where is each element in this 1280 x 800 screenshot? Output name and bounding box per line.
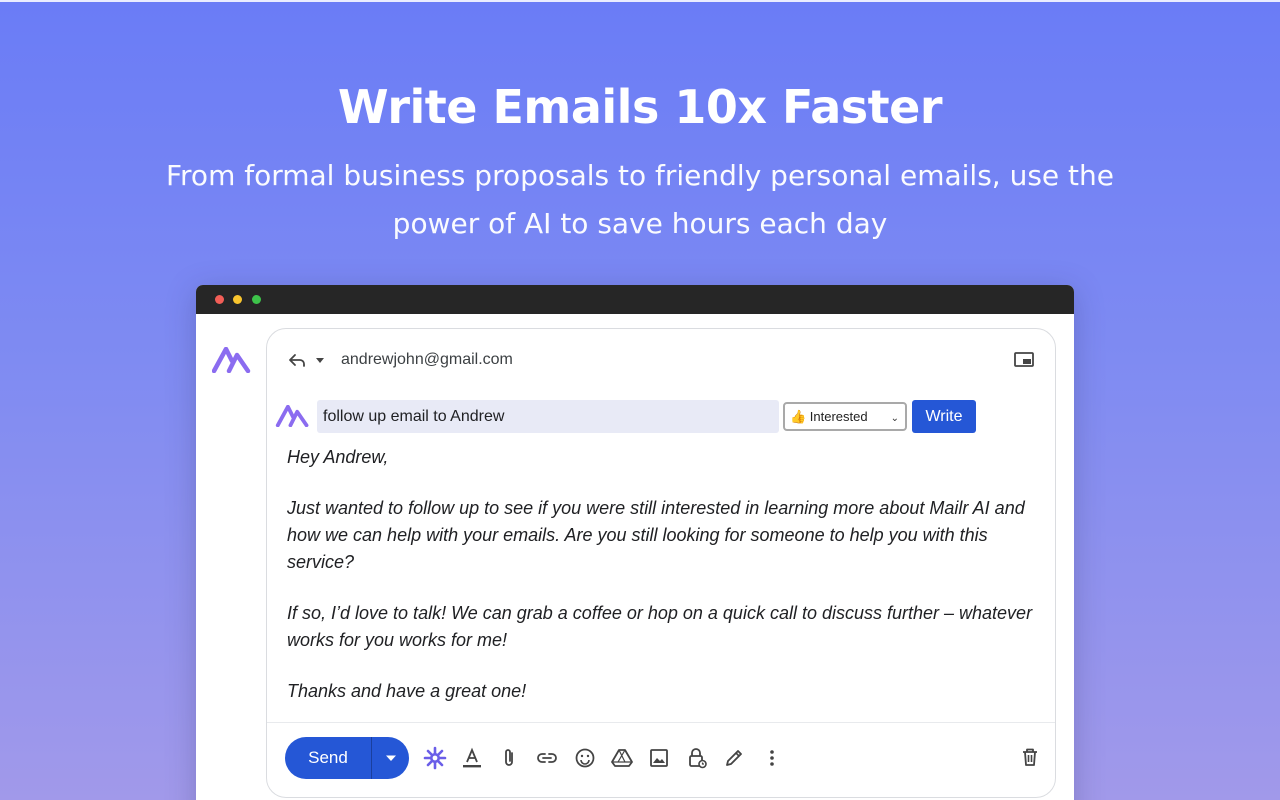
chevron-down-icon: ⌄	[890, 413, 899, 424]
compose-toolbar: Send	[285, 737, 1045, 779]
send-button-group: Send	[285, 737, 409, 779]
ai-prompt-input[interactable]	[317, 400, 779, 433]
pop-out-icon[interactable]	[1014, 352, 1034, 368]
more-options-icon[interactable]	[760, 746, 784, 770]
signature-icon[interactable]	[722, 746, 746, 770]
drive-icon[interactable]	[610, 746, 634, 770]
write-button[interactable]: Write	[912, 400, 976, 433]
reply-icon[interactable]	[287, 350, 307, 370]
tone-selected-value: 👍 Interested	[790, 408, 868, 424]
mailr-ai-logo-icon	[275, 405, 309, 427]
emoji-icon[interactable]	[573, 746, 597, 770]
recipient-address[interactable]: andrewjohn@gmail.com	[341, 351, 513, 369]
maximize-window-button[interactable]	[252, 295, 261, 304]
top-edge-line	[0, 0, 1280, 2]
mailr-logo-icon	[212, 347, 251, 373]
image-icon[interactable]	[647, 746, 671, 770]
trash-icon[interactable]	[1019, 746, 1043, 770]
window-titlebar	[196, 285, 1074, 314]
hero-subtitle-line-1: From formal business proposals to friend…	[165, 159, 1115, 192]
compose-panel: andrewjohn@gmail.com 👍 Interested ⌄ Writ…	[266, 328, 1056, 798]
close-window-button[interactable]	[215, 295, 224, 304]
reply-header: andrewjohn@gmail.com	[287, 349, 513, 371]
hero-subtitle-line-2: power of AI to save hours each day	[392, 207, 888, 240]
link-icon[interactable]	[535, 746, 559, 770]
toolbar-divider	[267, 722, 1055, 723]
send-options-button[interactable]	[372, 737, 409, 779]
body-closing: Thanks and have a great one!	[287, 681, 527, 701]
body-greeting: Hey Andrew,	[287, 447, 389, 467]
ai-prompt-bar: 👍 Interested ⌄ Write	[275, 400, 1045, 434]
body-paragraph-1: Just wanted to follow up to see if you w…	[287, 498, 1025, 572]
reply-type-dropdown-icon[interactable]	[315, 355, 325, 365]
hero-subtitle: From formal business proposals to friend…	[160, 152, 1120, 248]
confidential-mode-icon[interactable]	[685, 746, 709, 770]
attachment-icon[interactable]	[497, 746, 521, 770]
body-paragraph-2: If so, I’d love to talk! We can grab a c…	[287, 603, 1033, 650]
hero-title: Write Emails 10x Faster	[337, 80, 943, 134]
ai-sparkle-icon[interactable]	[423, 746, 447, 770]
minimize-window-button[interactable]	[233, 295, 242, 304]
send-button[interactable]: Send	[285, 737, 371, 779]
email-body[interactable]: Hey Andrew, Just wanted to follow up to …	[287, 444, 1037, 729]
tone-select[interactable]: 👍 Interested ⌄	[783, 402, 907, 431]
caret-down-icon	[385, 755, 396, 761]
text-format-icon[interactable]	[460, 746, 484, 770]
app-window: andrewjohn@gmail.com 👍 Interested ⌄ Writ…	[196, 285, 1074, 800]
